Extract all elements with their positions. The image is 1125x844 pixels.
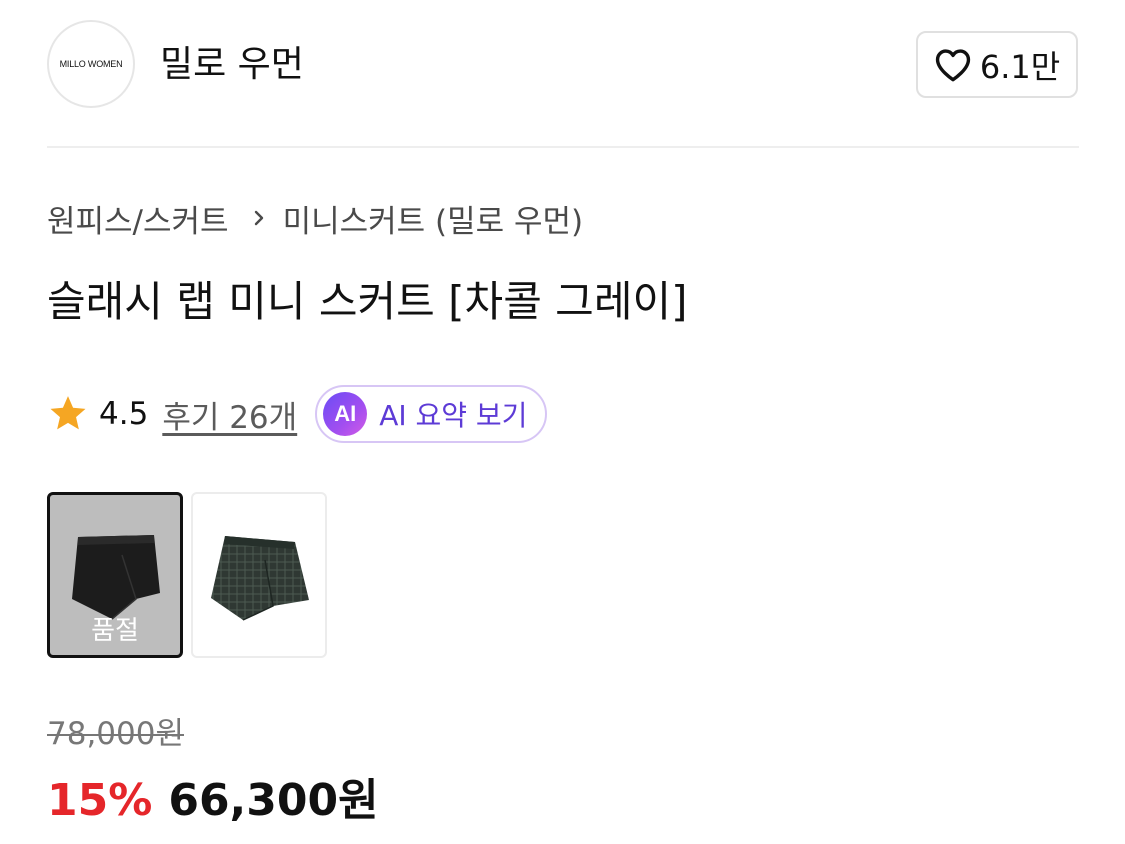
rating-value: 4.5 <box>99 396 149 432</box>
star-icon <box>50 396 86 430</box>
brand-name[interactable]: 밀로 우먼 <box>160 40 304 90</box>
chevron-right-icon <box>254 210 263 226</box>
product-title: 슬래시 랩 미니 스커트 [차콜 그레이] <box>47 277 688 326</box>
thumbnail-charcoal-check-skirt[interactable] <box>191 492 327 658</box>
breadcrumb: 원피스/스커트 미니스커트 (밀로 우먼) <box>47 196 583 240</box>
discount-rate: 15% <box>47 775 153 826</box>
ai-summary-button[interactable]: AI AI 요약 보기 <box>315 385 548 443</box>
rating-row: 4.5 후기 26개 AI AI 요약 보기 <box>47 384 548 444</box>
soldout-label: 품절 <box>91 616 139 646</box>
color-thumbnails: 품절 <box>47 492 327 658</box>
price-row: 15% 66,300원 <box>47 764 379 828</box>
like-count: 6.1만 <box>979 47 1061 86</box>
original-price: 78,000원 <box>47 716 184 752</box>
breadcrumb-subcategory[interactable]: 미니스커트 (밀로 우먼) <box>283 196 584 241</box>
ai-summary-label: AI 요약 보기 <box>379 399 528 432</box>
thumbnail-black-skirt[interactable]: 품절 <box>47 492 183 658</box>
review-count-link[interactable]: 후기 26개 <box>162 392 297 437</box>
like-button[interactable]: 6.1만 <box>916 31 1078 98</box>
brand-logo-text: MILLO WOMEN <box>59 59 123 69</box>
heart-icon <box>935 48 970 81</box>
brand-header: MILLO WOMEN 밀로 우먼 6.1만 <box>0 0 1125 148</box>
header-divider <box>47 146 1079 148</box>
sale-price: 66,300원 <box>168 775 379 826</box>
breadcrumb-category[interactable]: 원피스/스커트 <box>47 196 229 241</box>
charcoal-check-skirt-image <box>211 536 309 621</box>
ai-icon: AI <box>323 392 368 436</box>
brand-logo[interactable]: MILLO WOMEN <box>47 20 135 108</box>
